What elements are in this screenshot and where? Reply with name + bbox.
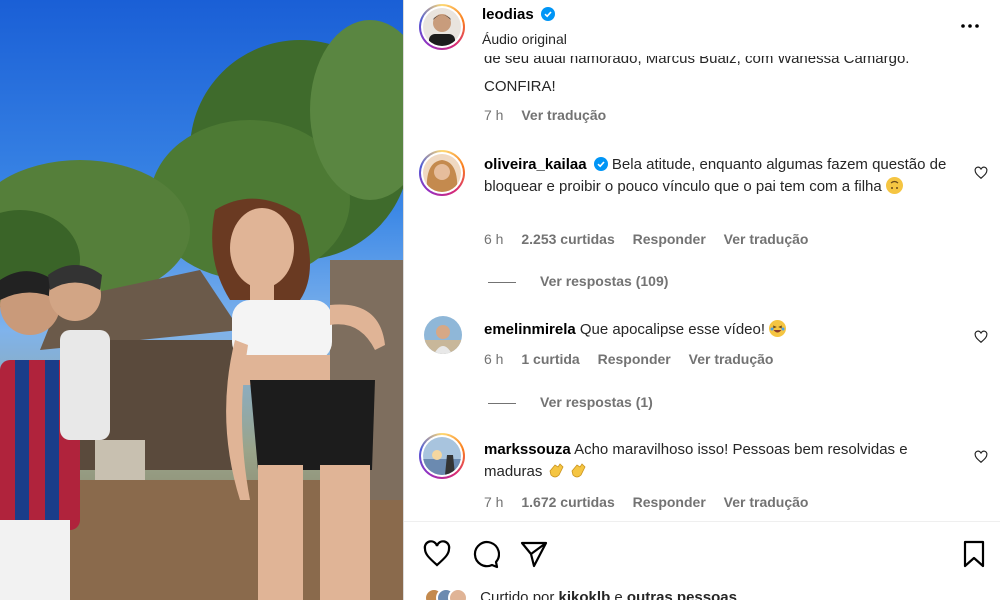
commenter-avatar[interactable] <box>419 150 465 196</box>
comment-icon[interactable] <box>470 539 500 569</box>
caption-line: CONFIRA! <box>484 78 556 95</box>
comment-time: 6 h <box>484 231 504 247</box>
liker-avatar <box>448 588 468 600</box>
commenter-username[interactable]: markssouza <box>484 441 571 458</box>
commenter-avatar[interactable] <box>419 433 465 479</box>
comment-meta: 6 h 2.253 curtidas Responder Ver traduçã… <box>484 231 822 247</box>
clapping-hands-icon <box>571 463 586 478</box>
replies-dash <box>488 402 516 404</box>
liked-by-conjunction: e <box>614 588 623 600</box>
translate-link[interactable]: Ver tradução <box>689 351 774 367</box>
like-comment-heart-icon[interactable] <box>974 450 988 464</box>
translate-link[interactable]: Ver tradução <box>724 494 809 510</box>
comment-likes[interactable]: 2.253 curtidas <box>521 231 614 247</box>
video-frame-illustration <box>0 20 403 600</box>
upside-down-face-icon <box>885 177 903 194</box>
clapping-hands-icon <box>549 463 564 478</box>
commenter-username[interactable]: emelinmirela <box>484 321 576 338</box>
comment-time: 6 h <box>484 351 504 367</box>
liked-by-others-link[interactable]: outras pessoas <box>627 589 737 600</box>
comment-text: emelinmirela Que apocalipse esse vídeo! <box>484 319 954 341</box>
comment-text: oliveira_kailaa Bela atitude, enquanto a… <box>484 154 954 198</box>
reply-button[interactable]: Responder <box>633 494 706 510</box>
comment-body: Que apocalipse esse vídeo! <box>579 321 766 338</box>
commenter-username[interactable]: oliveira_kailaa <box>484 156 587 173</box>
reply-button[interactable]: Responder <box>598 351 671 367</box>
post-action-bar: Curtido por kikoklb e outras pessoas <box>404 521 1000 600</box>
author-avatar[interactable] <box>419 4 465 50</box>
comment-text: markssouza Acho maravilhoso isso! Pessoa… <box>484 439 954 483</box>
reply-button[interactable]: Responder <box>633 231 706 247</box>
post-video[interactable] <box>0 0 403 600</box>
liked-by-summary: Curtido por kikoklb e outras pessoas <box>424 588 737 600</box>
liked-by-user-link[interactable]: kikoklb <box>559 589 611 600</box>
like-heart-icon[interactable] <box>422 539 452 569</box>
verified-icon <box>593 157 608 171</box>
audio-label[interactable]: Áudio original <box>482 31 567 47</box>
comment-likes[interactable]: 1 curtida <box>521 351 579 367</box>
laughing-face-icon <box>769 320 787 337</box>
post-header: leodias Áudio original <box>404 0 1000 52</box>
liked-by-prefix: Curtido por <box>480 588 555 600</box>
like-comment-heart-icon[interactable] <box>974 166 988 180</box>
comment-meta: 7 h 1.672 curtidas Responder Ver traduçã… <box>484 494 822 510</box>
author-username[interactable]: leodias <box>482 6 534 23</box>
view-replies-button[interactable]: Ver respostas (109) <box>488 273 668 289</box>
comment-likes[interactable]: 1.672 curtidas <box>521 494 614 510</box>
caption-translate-link[interactable]: Ver tradução <box>521 107 606 123</box>
caption-time: 7 h <box>484 107 504 123</box>
view-replies-button[interactable]: Ver respostas (1) <box>488 394 653 410</box>
save-bookmark-icon[interactable] <box>959 539 989 569</box>
comment-meta: 6 h 1 curtida Responder Ver tradução <box>484 351 787 367</box>
verified-icon <box>540 7 555 21</box>
caption-line: de seu atual namorado, Marcus Buaiz, com… <box>484 56 910 67</box>
like-comment-heart-icon[interactable] <box>974 330 988 344</box>
replies-dash <box>488 281 516 283</box>
caption-meta: 7 h Ver tradução <box>484 107 620 123</box>
share-send-icon[interactable] <box>519 539 549 569</box>
commenter-avatar[interactable] <box>424 316 462 354</box>
more-options-icon[interactable] <box>958 14 982 38</box>
comments-panel: leodias Áudio original de seu atual namo… <box>404 0 1000 600</box>
caption-text: de seu atual namorado, Marcus Buaiz, com… <box>484 56 964 100</box>
view-replies-label: Ver respostas (1) <box>540 394 653 410</box>
view-replies-label: Ver respostas (109) <box>540 273 669 289</box>
translate-link[interactable]: Ver tradução <box>724 231 809 247</box>
comment-time: 7 h <box>484 494 504 510</box>
